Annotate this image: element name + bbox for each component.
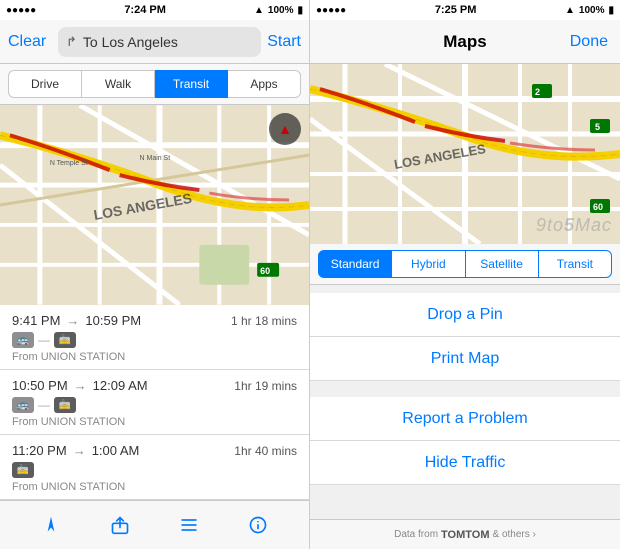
- tab-apps[interactable]: Apps: [228, 70, 301, 98]
- arrive-time-3: 1:00 AM: [92, 443, 140, 458]
- right-status-icons: ▲ 100% ▮: [254, 5, 303, 16]
- from-station-1: From UNION STATION: [12, 351, 297, 363]
- start-button[interactable]: Start: [267, 33, 301, 51]
- nav-bar-left: Clear ↱ To Los Angeles Start: [0, 20, 309, 64]
- arrow-1: →: [66, 313, 79, 328]
- bottom-bar-right: Data from TOMTOM & others ›: [310, 519, 620, 549]
- transit-icons-3: 🚋: [12, 462, 297, 478]
- tram-icon-3: 🚋: [12, 462, 34, 478]
- clear-button[interactable]: Clear: [8, 33, 52, 51]
- menu-group-2: Report a Problem Hide Traffic: [310, 397, 620, 485]
- menu-spacer-mid: [310, 389, 620, 397]
- share-button[interactable]: [106, 511, 134, 539]
- svg-text:N Temple St: N Temple St: [50, 160, 88, 167]
- svg-text:60: 60: [593, 202, 603, 212]
- report-problem-button[interactable]: Report a Problem: [310, 397, 620, 441]
- tab-hybrid[interactable]: Hybrid: [392, 250, 465, 278]
- hide-traffic-button[interactable]: Hide Traffic: [310, 441, 620, 485]
- time-left: 7:24 PM: [124, 4, 166, 16]
- arrow-icon: ▲: [254, 5, 264, 16]
- map-right[interactable]: LOS ANGELES 60 5 2 9to5Mac: [310, 64, 620, 244]
- depart-time-1: 9:41 PM: [12, 313, 60, 328]
- svg-text:5: 5: [595, 122, 600, 132]
- tab-standard[interactable]: Standard: [318, 250, 392, 278]
- duration-1: 1 hr 18 mins: [231, 314, 297, 328]
- tab-transit[interactable]: Transit: [539, 250, 612, 278]
- drop-pin-button[interactable]: Drop a Pin: [310, 293, 620, 337]
- from-station-3: From UNION STATION: [12, 481, 297, 493]
- signal-icon-right: ●●●●●: [316, 5, 346, 16]
- footer-suffix: & others ›: [493, 529, 536, 540]
- bus-icon-2: 🚌: [12, 397, 34, 413]
- svg-text:N Main St: N Main St: [140, 155, 171, 162]
- map-left[interactable]: LOS ANGELES N Temple St N Main St 60 ▲: [0, 105, 309, 305]
- tomtom-brand: TOMTOM: [441, 529, 489, 541]
- transport-tabs: Drive Walk Transit Apps: [0, 64, 309, 105]
- data-from-label: Data from: [394, 529, 438, 540]
- transit-icons-2: 🚌 — 🚋: [12, 397, 297, 413]
- transit-list: 9:41 PM → 10:59 PM 1 hr 18 mins 🚌 — 🚋 Fr…: [0, 305, 309, 500]
- transit-item-3[interactable]: 11:20 PM → 1:00 AM 1hr 40 mins 🚋 From UN…: [0, 435, 309, 500]
- battery-icon: ▮: [297, 5, 303, 16]
- menu-group-1: Drop a Pin Print Map: [310, 293, 620, 381]
- status-right-icons: ▲ 100% ▮: [565, 5, 614, 16]
- info-button[interactable]: [244, 511, 272, 539]
- tab-drive[interactable]: Drive: [8, 70, 82, 98]
- destination-text: To Los Angeles: [83, 34, 178, 50]
- print-map-button[interactable]: Print Map: [310, 337, 620, 381]
- transit-icons-1: 🚌 — 🚋: [12, 332, 297, 348]
- route-icon: ↱: [66, 34, 77, 50]
- maps-title: Maps: [443, 32, 486, 52]
- status-bar-left: ●●●●● 7:24 PM ▲ 100% ▮: [0, 0, 309, 20]
- nav-bar-right: Maps Done: [310, 20, 620, 64]
- tab-satellite[interactable]: Satellite: [466, 250, 539, 278]
- arrow-icon-right: ▲: [565, 5, 575, 16]
- svg-text:60: 60: [260, 266, 270, 276]
- battery-left: 100%: [268, 5, 294, 16]
- arrow-2: →: [74, 378, 87, 393]
- right-panel: ●●●●● 7:25 PM ▲ 100% ▮ Maps Done: [310, 0, 620, 549]
- menu-list: Drop a Pin Print Map Report a Problem Hi…: [310, 285, 620, 519]
- compass-icon[interactable]: ▲: [269, 113, 301, 145]
- signal-icon: ●●●●●: [6, 5, 36, 16]
- duration-2: 1hr 19 mins: [234, 379, 297, 393]
- bottom-bar-left: [0, 500, 309, 549]
- watermark: 9to5Mac: [536, 215, 612, 236]
- duration-3: 1hr 40 mins: [234, 444, 297, 458]
- map-type-tabs: Standard Hybrid Satellite Transit: [310, 244, 620, 285]
- list-button[interactable]: [175, 511, 203, 539]
- status-bar-right: ●●●●● 7:25 PM ▲ 100% ▮: [310, 0, 620, 20]
- tram-icon-2: 🚋: [54, 397, 76, 413]
- svg-text:2: 2: [535, 87, 540, 97]
- menu-spacer-top: [310, 285, 620, 293]
- battery-right: 100%: [579, 5, 605, 16]
- arrow-3: →: [73, 443, 86, 458]
- done-button[interactable]: Done: [570, 33, 608, 51]
- left-panel: ●●●●● 7:24 PM ▲ 100% ▮ Clear ↱ To Los An…: [0, 0, 310, 549]
- depart-time-2: 10:50 PM: [12, 378, 68, 393]
- time-right: 7:25 PM: [435, 4, 477, 16]
- tram-icon-1: 🚋: [54, 332, 76, 348]
- destination-field[interactable]: ↱ To Los Angeles: [58, 27, 261, 57]
- transit-item-1[interactable]: 9:41 PM → 10:59 PM 1 hr 18 mins 🚌 — 🚋 Fr…: [0, 305, 309, 370]
- arrive-time-2: 12:09 AM: [93, 378, 148, 393]
- tab-transit[interactable]: Transit: [155, 70, 228, 98]
- depart-time-3: 11:20 PM: [12, 443, 67, 458]
- location-button[interactable]: [37, 511, 65, 539]
- battery-icon-right: ▮: [608, 5, 614, 16]
- bus-icon-1: 🚌: [12, 332, 34, 348]
- from-station-2: From UNION STATION: [12, 416, 297, 428]
- arrive-time-1: 10:59 PM: [85, 313, 141, 328]
- tab-walk[interactable]: Walk: [82, 70, 155, 98]
- transit-item-2[interactable]: 10:50 PM → 12:09 AM 1hr 19 mins 🚌 — 🚋 Fr…: [0, 370, 309, 435]
